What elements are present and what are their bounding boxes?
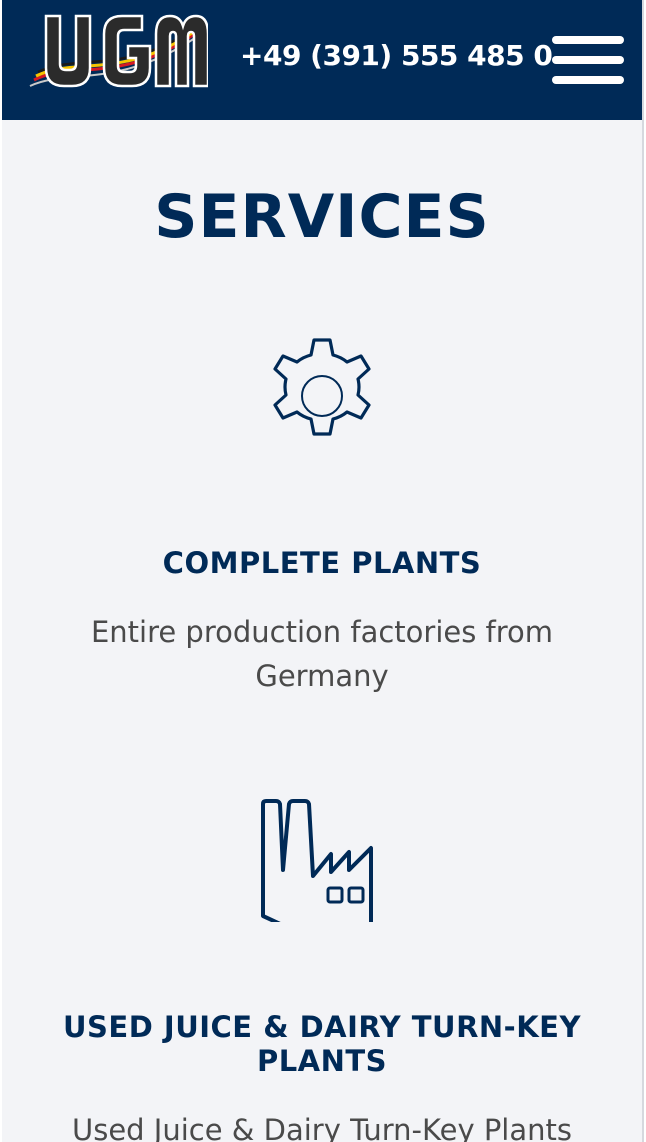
- service-used-plants: USED JUICE & DAIRY TURN-KEY PLANTS Used …: [2, 798, 642, 1142]
- site-header: +49 (391) 555 485 0: [2, 0, 642, 120]
- service-title: USED JUICE & DAIRY TURN-KEY PLANTS: [62, 1010, 581, 1078]
- menu-line: [552, 36, 624, 44]
- hamburger-menu-icon[interactable]: [552, 36, 624, 86]
- phone-link[interactable]: +49 (391) 555 485 0: [240, 42, 553, 70]
- ugm-logo: [29, 14, 210, 88]
- service-description: Entire production factories from Germany: [90, 615, 554, 693]
- service-title: COMPLETE PLANTS: [162, 546, 482, 580]
- page: +49 (391) 555 485 0 SERVICES COMPLETE PL…: [2, 0, 644, 1142]
- section-title: SERVICES: [154, 182, 490, 252]
- service-description: Used Juice & Dairy Turn-Key Plants: [71, 1113, 572, 1142]
- menu-line: [552, 76, 624, 84]
- factory-icon: [261, 799, 373, 922]
- gear-icon: [273, 338, 371, 436]
- logo-link[interactable]: [28, 8, 210, 94]
- menu-line: [552, 56, 624, 64]
- service-complete-plants: COMPLETE PLANTS Entire production factor…: [2, 334, 642, 698]
